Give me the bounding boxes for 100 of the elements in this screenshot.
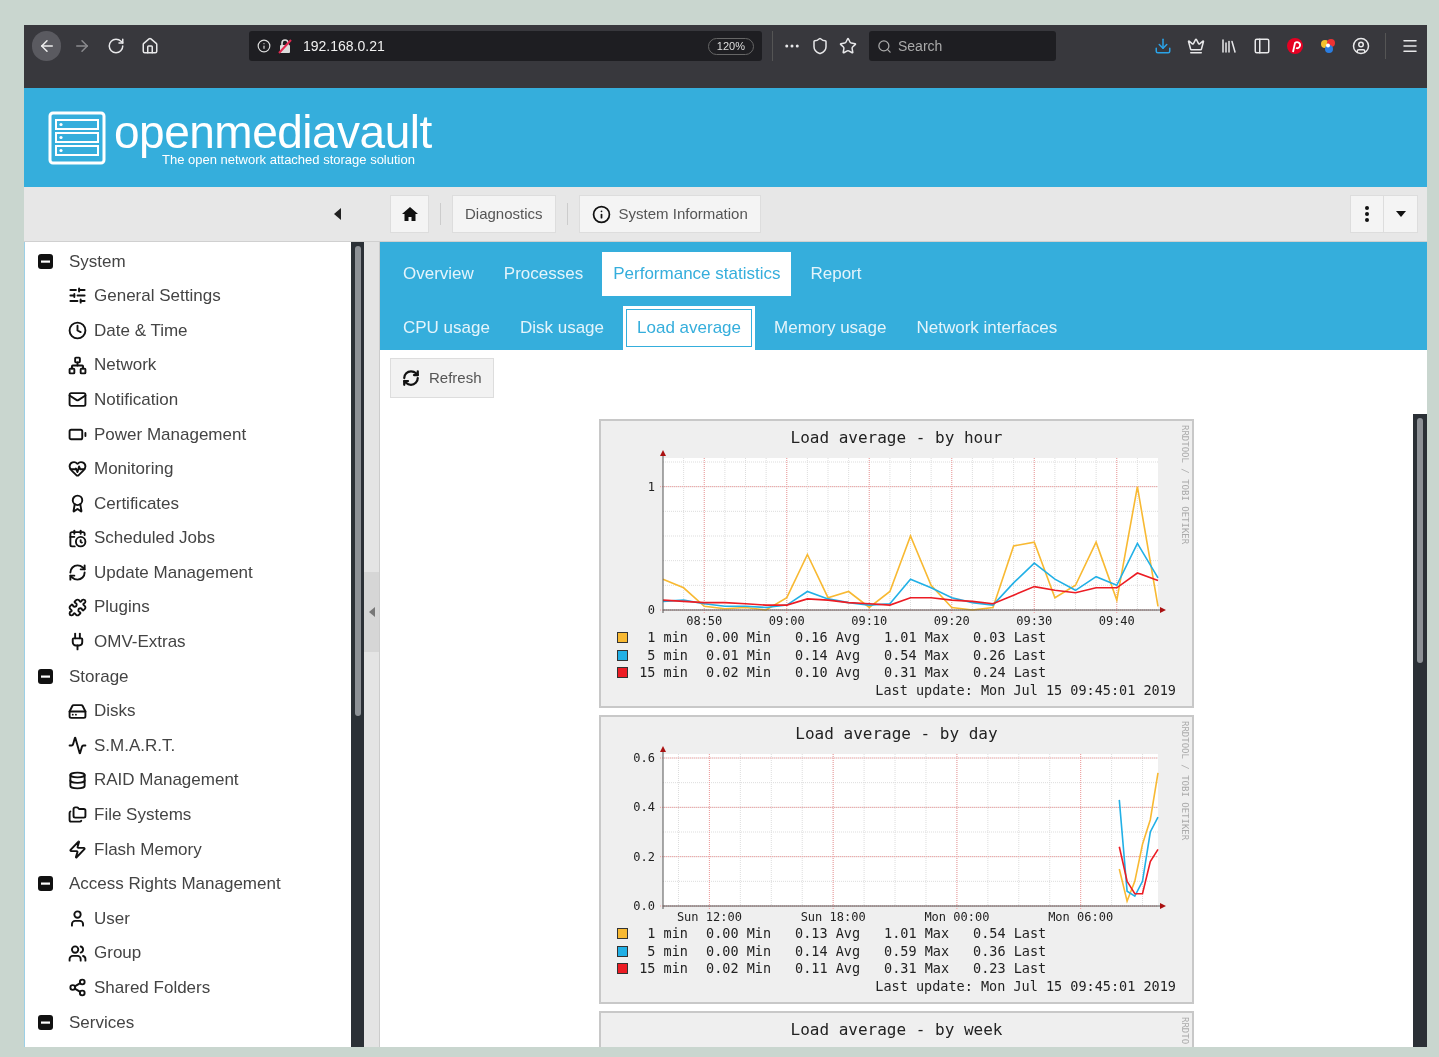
legend-value: 0.24 Last (973, 664, 1048, 682)
menu-icon[interactable] (1401, 37, 1419, 55)
refresh-icon (67, 563, 87, 583)
sidebar-item[interactable]: S.M.A.R.T. (25, 728, 351, 763)
network-icon (67, 355, 87, 375)
sidebar-item[interactable]: OMV-Extras (25, 624, 351, 660)
sidebar-item[interactable]: Group (25, 935, 351, 971)
legend-value: 0.02 Min (706, 664, 773, 682)
x-tick-label: 09:10 (851, 614, 888, 628)
sidebar-item[interactable]: Monitoring (25, 451, 351, 487)
legend-value: 0.00 Min (706, 942, 773, 960)
sidebar-group[interactable]: Services (25, 1005, 351, 1040)
legend-value: 0.16 Avg (795, 629, 862, 647)
calendar-clock-icon (67, 528, 87, 548)
y-tick-label: 0 (647, 603, 655, 617)
collapse-icon[interactable] (38, 253, 53, 269)
legend-value: 0.10 Avg (795, 664, 862, 682)
more-options-button[interactable] (1350, 195, 1384, 233)
sidebar-item[interactable]: Power Management (25, 416, 351, 452)
sidebar-item[interactable]: Disks (25, 693, 351, 729)
legend-value: 0.14 Avg (795, 646, 862, 664)
lightning-icon (67, 839, 87, 859)
legend-label: 15 min (638, 664, 688, 682)
forward-icon[interactable] (73, 37, 91, 55)
collapse-caret-icon[interactable] (334, 208, 342, 220)
legend-value: 0.03 Last (973, 629, 1048, 647)
info-icon[interactable] (257, 39, 271, 53)
heart-pulse-icon (67, 459, 87, 479)
last-update-text: Last update: Mon Jul 15 09:45:01 2019 (875, 977, 1176, 995)
database-icon (67, 770, 87, 790)
legend-value: 0.26 Last (973, 646, 1048, 664)
sidebar-item[interactable]: Flash Memory (25, 832, 351, 867)
sidebar-item[interactable]: General Settings (25, 278, 351, 314)
back-button[interactable] (32, 31, 61, 61)
legend-label: 5 min (646, 942, 688, 960)
folders-icon (67, 805, 87, 825)
legend-value: 1.01 Max (884, 925, 951, 943)
sidebar-item[interactable]: Certificates (25, 486, 351, 521)
graph-title: Load average - by hour (790, 427, 1003, 449)
legend-label: 1 min (646, 629, 688, 647)
insecure-lock-icon[interactable] (277, 38, 293, 54)
home-icon (400, 206, 419, 222)
graph-title: Load average - by day (795, 723, 998, 745)
legend-value: 0.31 Max (884, 960, 951, 978)
puzzle-icon (67, 597, 87, 617)
sidebar-item[interactable]: Plugins (25, 589, 351, 625)
legend-value: 0.14 Avg (795, 942, 862, 960)
content-scrollbar[interactable] (1413, 414, 1427, 1047)
search-input[interactable]: Search (898, 35, 1048, 57)
sidebar-group[interactable]: Access Rights Management (25, 866, 351, 902)
dropdown-button[interactable] (1384, 195, 1418, 233)
x-tick-label: 09:30 (1016, 614, 1053, 628)
graph-title: Load average - by week (790, 1019, 1003, 1041)
legend-value: 0.23 Last (973, 960, 1048, 978)
x-tick-label: Sun 18:00 (800, 910, 866, 924)
home-icon[interactable] (141, 37, 159, 55)
legend-value: 0.00 Min (706, 629, 773, 647)
sidebar-icon[interactable] (1253, 37, 1271, 55)
sidebar-item[interactable]: Scheduled Jobs (25, 520, 351, 556)
download-icon[interactable] (1154, 37, 1172, 55)
sliders-icon (67, 286, 87, 306)
clock-icon (67, 321, 87, 340)
x-tick-label: 09:00 (768, 614, 805, 628)
collapse-icon[interactable] (38, 668, 53, 684)
sidebar-group[interactable]: Storage (25, 659, 351, 694)
watermark-text: RRDTO (1180, 1017, 1190, 1045)
search-field[interactable]: Search (869, 31, 1056, 61)
url-field[interactable]: 192.168.0.21 120% (249, 31, 762, 61)
y-tick-label: 0.4 (633, 800, 655, 815)
legend-value: 0.01 Min (706, 646, 773, 664)
breadcrumb-button[interactable]: Diagnostics (452, 195, 556, 233)
users-icon (67, 943, 87, 963)
sidebar-item[interactable]: Notification (25, 382, 351, 417)
x-tick-label: Sun 12:00 (676, 910, 742, 924)
reload-icon[interactable] (107, 37, 125, 55)
collapse-icon[interactable] (38, 1014, 53, 1030)
x-tick-label: 09:20 (933, 614, 970, 628)
account-icon[interactable] (1352, 37, 1370, 55)
library-icon[interactable] (1220, 37, 1238, 55)
refresh-button[interactable]: Refresh (390, 358, 494, 398)
sidebar-item[interactable]: Shared Folders (25, 970, 351, 1006)
sidebar-group[interactable]: System (25, 244, 351, 279)
sidebar-item[interactable]: Network (25, 347, 351, 383)
sidebar-scrollbar[interactable] (351, 242, 364, 1047)
extension-icon[interactable] (1319, 37, 1337, 55)
legend-value: 0.13 Avg (795, 925, 862, 943)
y-tick-label: 0.6 (633, 751, 655, 765)
extension-icon[interactable] (1286, 37, 1304, 55)
home-button[interactable] (390, 195, 429, 233)
sidebar-item[interactable]: User (25, 901, 351, 936)
envelope-icon (67, 390, 87, 410)
sidebar-item[interactable]: Date & Time (25, 313, 351, 348)
star-icon[interactable] (839, 37, 857, 55)
breadcrumb-button[interactable]: System Information (578, 195, 761, 233)
legend-value: 0.02 Min (706, 960, 773, 978)
share-icon (67, 978, 87, 998)
collapse-icon[interactable] (38, 876, 53, 892)
sidebar-item[interactable]: RAID Management (25, 762, 351, 798)
sidebar-item[interactable]: Update Management (25, 555, 351, 590)
sidebar-item[interactable]: File Systems (25, 797, 351, 833)
